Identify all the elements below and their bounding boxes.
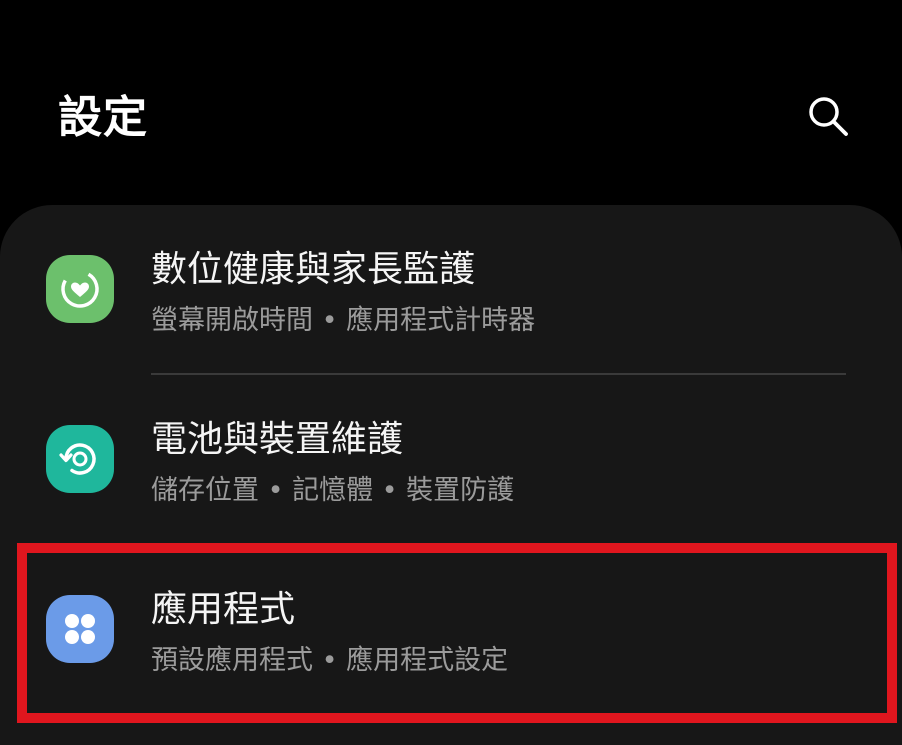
settings-item-title: 數位健康與家長監護 <box>151 249 476 290</box>
settings-item-subtitle: 儲存位置 • 記憶體 • 裝置防護 <box>151 475 515 506</box>
settings-screen: 設定 數位健康與家長監護 螢幕開啟時間 • 應用程式計時器 電池與裝置維護 儲存… <box>0 0 902 745</box>
header: 設定 <box>0 0 902 200</box>
search-icon <box>809 97 848 136</box>
settings-item-title: 應用程式 <box>151 589 296 630</box>
settings-item-subtitle: 螢幕開啟時間 • 應用程式計時器 <box>151 305 536 336</box>
settings-item-digital-wellbeing[interactable]: 數位健康與家長監護 螢幕開啟時間 • 應用程式計時器 <box>0 205 902 365</box>
digital-wellbeing-icon <box>46 255 114 323</box>
page-title: 設定 <box>58 92 148 143</box>
settings-item-apps[interactable]: 應用程式 預設應用程式 • 應用程式設定 <box>0 545 902 705</box>
settings-item-subtitle: 預設應用程式 • 應用程式設定 <box>151 645 509 676</box>
settings-item-title: 電池與裝置維護 <box>151 419 404 460</box>
settings-item-device-care[interactable]: 電池與裝置維護 儲存位置 • 記憶體 • 裝置防護 <box>0 375 902 535</box>
settings-list-card: 數位健康與家長監護 螢幕開啟時間 • 應用程式計時器 電池與裝置維護 儲存位置 … <box>0 205 902 745</box>
search-button[interactable] <box>800 88 856 144</box>
device-care-icon <box>46 425 114 493</box>
apps-icon <box>46 595 114 663</box>
